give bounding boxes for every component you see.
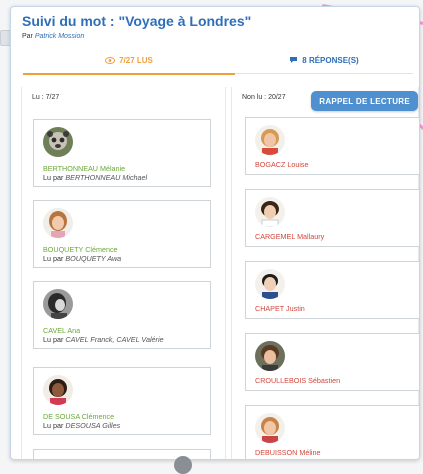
eye-icon — [105, 56, 116, 64]
student-name: BOUQUETY Clémence — [43, 245, 118, 254]
student-name: CROULLEBOIS Sébastien — [255, 376, 341, 385]
tab-read-label: 7/27 LUS — [119, 55, 153, 65]
read-column: Lu : 7/27 BERTHONNEAU Mélanie Lu par BER… — [21, 87, 226, 459]
parent-name: BOUQUETY Awa — [65, 254, 122, 263]
unread-card[interactable]: CROULLEBOIS Sébastien — [245, 333, 419, 391]
avatar — [43, 289, 73, 319]
tab-replies-label: 8 RÉPONSE(S) — [302, 55, 359, 65]
avatar — [255, 341, 285, 371]
read-by-line: Lu par BOUQUETY Awa — [43, 254, 122, 263]
avatar — [43, 375, 73, 405]
avatar — [255, 125, 285, 155]
student-name: CARGEMEL Mallaury — [255, 232, 325, 241]
tab-replies[interactable]: 8 RÉPONSE(S) — [235, 47, 413, 73]
avatar — [43, 208, 73, 238]
read-count-header: Lu : 7/27 — [32, 94, 60, 101]
unread-card[interactable]: CARGEMEL Mallaury — [245, 189, 419, 247]
read-by-line: Lu par CAVEL Franck, CAVEL Valérie — [43, 335, 164, 344]
avatar — [43, 127, 73, 157]
avatar — [255, 269, 285, 299]
chat-bubble-icon — [290, 57, 298, 63]
tab-bar: 7/27 LUS 8 RÉPONSE(S) — [23, 47, 413, 75]
avatar — [255, 413, 285, 443]
reading-tracker-window: Suivi du mot : "Voyage à Londres" Par Pa… — [10, 6, 420, 460]
unread-card[interactable]: BOGACZ Louise — [245, 117, 419, 175]
student-name: DEBUISSON Méline — [255, 448, 321, 457]
read-card[interactable]: DE SOUSA Clémence Lu par DESOUSA Gilles — [33, 367, 211, 435]
unread-count-header: Non lu : 20/27 — [242, 94, 286, 101]
read-by-line: Lu par DESOUSA Gilles — [43, 421, 121, 430]
read-card[interactable]: BOUQUETY Clémence Lu par BOUQUETY Awa — [33, 200, 211, 268]
tab-read[interactable]: 7/27 LUS — [23, 47, 235, 75]
student-name: CHAPET Justin — [255, 304, 305, 313]
read-card[interactable]: BERTHONNEAU Mélanie Lu par BERTHONNEAU M… — [33, 119, 211, 187]
unread-column: Non lu : 20/27 RAPPEL DE LECTURE BOGACZ … — [231, 87, 419, 459]
by-prefix: Par — [22, 33, 33, 40]
read-by-line: Lu par BERTHONNEAU Michael — [43, 173, 148, 182]
parent-name: DESOUSA Gilles — [65, 421, 121, 430]
student-name: BERTHONNEAU Mélanie — [43, 164, 126, 173]
unread-card[interactable]: DEBUISSON Méline — [245, 405, 419, 459]
author-link[interactable]: Patrick Mossion — [35, 33, 84, 40]
unread-card[interactable]: CHAPET Justin — [245, 261, 419, 319]
parent-name: CAVEL Franck, CAVEL Valérie — [65, 335, 164, 344]
read-card[interactable]: CAVEL Ana Lu par CAVEL Franck, CAVEL Val… — [33, 281, 211, 349]
scroll-handle[interactable] — [174, 456, 192, 474]
student-name: DE SOUSA Clémence — [43, 412, 115, 421]
student-name: BOGACZ Louise — [255, 160, 309, 169]
author-line: Par Patrick Mossion — [22, 33, 84, 40]
student-name: CAVEL Ana — [43, 326, 81, 335]
page-title: Suivi du mot : "Voyage à Londres" — [22, 13, 252, 29]
avatar — [255, 197, 285, 227]
reading-reminder-button[interactable]: RAPPEL DE LECTURE — [311, 91, 418, 111]
parent-name: BERTHONNEAU Michael — [65, 173, 148, 182]
